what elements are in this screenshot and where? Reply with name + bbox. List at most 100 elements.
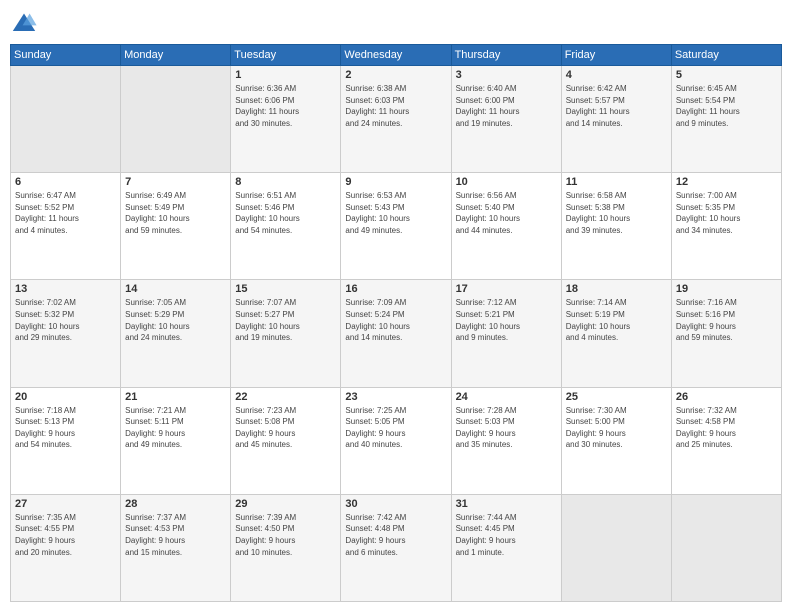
calendar-cell: 13 Sunrise: 7:02 AM Sunset: 5:32 PM Dayli… bbox=[11, 280, 121, 387]
calendar-cell: 28 Sunrise: 7:37 AM Sunset: 4:53 PM Dayli… bbox=[121, 494, 231, 601]
day-info: Sunrise: 7:35 AM Sunset: 4:55 PM Dayligh… bbox=[15, 512, 116, 558]
day-info: Sunrise: 7:02 AM Sunset: 5:32 PM Dayligh… bbox=[15, 297, 116, 343]
day-number: 22 bbox=[235, 391, 336, 403]
calendar-cell: 20 Sunrise: 7:18 AM Sunset: 5:13 PM Dayli… bbox=[11, 387, 121, 494]
day-info: Sunrise: 7:16 AM Sunset: 5:16 PM Dayligh… bbox=[676, 297, 777, 343]
calendar-cell: 9Sunrise: 6:53 AM Sunset: 5:43 PM Daylig… bbox=[341, 173, 451, 280]
week-row-2: 6 Sunrise: 6:47 AM Sunset: 5:52 PM Daylig… bbox=[11, 173, 782, 280]
day-number: 26 bbox=[676, 391, 777, 403]
calendar-cell: 7Sunrise: 6:49 AM Sunset: 5:49 PM Daylig… bbox=[121, 173, 231, 280]
day-number: 13 bbox=[15, 283, 116, 295]
calendar-cell: 21Sunrise: 7:21 AM Sunset: 5:11 PM Dayli… bbox=[121, 387, 231, 494]
day-info: Sunrise: 7:09 AM Sunset: 5:24 PM Dayligh… bbox=[345, 297, 446, 343]
calendar-cell: 6 Sunrise: 6:47 AM Sunset: 5:52 PM Daylig… bbox=[11, 173, 121, 280]
day-number: 8 bbox=[235, 176, 336, 188]
day-header-sunday: Sunday bbox=[11, 45, 121, 66]
day-info: Sunrise: 6:36 AM Sunset: 6:06 PM Dayligh… bbox=[235, 83, 336, 129]
day-info: Sunrise: 6:38 AM Sunset: 6:03 PM Dayligh… bbox=[345, 83, 446, 129]
calendar-cell: 8 Sunrise: 6:51 AM Sunset: 5:46 PM Daylig… bbox=[231, 173, 341, 280]
day-info: Sunrise: 6:49 AM Sunset: 5:49 PM Dayligh… bbox=[125, 190, 226, 236]
day-header-monday: Monday bbox=[121, 45, 231, 66]
day-info: Sunrise: 6:56 AM Sunset: 5:40 PM Dayligh… bbox=[456, 190, 557, 236]
day-info: Sunrise: 7:12 AM Sunset: 5:21 PM Dayligh… bbox=[456, 297, 557, 343]
calendar-cell: 27 Sunrise: 7:35 AM Sunset: 4:55 PM Dayli… bbox=[11, 494, 121, 601]
day-number: 6 bbox=[15, 176, 116, 188]
day-info: Sunrise: 7:39 AM Sunset: 4:50 PM Dayligh… bbox=[235, 512, 336, 558]
day-number: 25 bbox=[566, 391, 667, 403]
calendar-cell: 12Sunrise: 7:00 AM Sunset: 5:35 PM Dayli… bbox=[671, 173, 781, 280]
calendar-cell: 11 Sunrise: 6:58 AM Sunset: 5:38 PM Dayli… bbox=[561, 173, 671, 280]
day-number: 9 bbox=[345, 176, 446, 188]
day-number: 18 bbox=[566, 283, 667, 295]
day-header-wednesday: Wednesday bbox=[341, 45, 451, 66]
day-info: Sunrise: 7:25 AM Sunset: 5:05 PM Dayligh… bbox=[345, 405, 446, 451]
day-info: Sunrise: 7:42 AM Sunset: 4:48 PM Dayligh… bbox=[345, 512, 446, 558]
day-header-friday: Friday bbox=[561, 45, 671, 66]
header bbox=[10, 10, 782, 38]
day-number: 19 bbox=[676, 283, 777, 295]
day-info: Sunrise: 6:40 AM Sunset: 6:00 PM Dayligh… bbox=[456, 83, 557, 129]
day-info: Sunrise: 6:42 AM Sunset: 5:57 PM Dayligh… bbox=[566, 83, 667, 129]
day-number: 11 bbox=[566, 176, 667, 188]
day-info: Sunrise: 7:18 AM Sunset: 5:13 PM Dayligh… bbox=[15, 405, 116, 451]
calendar-cell: 10 Sunrise: 6:56 AM Sunset: 5:40 PM Dayli… bbox=[451, 173, 561, 280]
week-row-1: 1Sunrise: 6:36 AM Sunset: 6:06 PM Daylig… bbox=[11, 66, 782, 173]
calendar-cell: 18 Sunrise: 7:14 AM Sunset: 5:19 PM Dayli… bbox=[561, 280, 671, 387]
calendar-cell: 29 Sunrise: 7:39 AM Sunset: 4:50 PM Dayli… bbox=[231, 494, 341, 601]
calendar-cell: 26 Sunrise: 7:32 AM Sunset: 4:58 PM Dayli… bbox=[671, 387, 781, 494]
calendar-cell: 19 Sunrise: 7:16 AM Sunset: 5:16 PM Dayli… bbox=[671, 280, 781, 387]
calendar-cell: 30 Sunrise: 7:42 AM Sunset: 4:48 PM Dayli… bbox=[341, 494, 451, 601]
day-number: 20 bbox=[15, 391, 116, 403]
day-number: 27 bbox=[15, 498, 116, 510]
calendar-cell: 15 Sunrise: 7:07 AM Sunset: 5:27 PM Dayli… bbox=[231, 280, 341, 387]
day-number: 14 bbox=[125, 283, 226, 295]
day-info: Sunrise: 7:44 AM Sunset: 4:45 PM Dayligh… bbox=[456, 512, 557, 558]
day-number: 21 bbox=[125, 391, 226, 403]
week-row-4: 20 Sunrise: 7:18 AM Sunset: 5:13 PM Dayli… bbox=[11, 387, 782, 494]
day-header-thursday: Thursday bbox=[451, 45, 561, 66]
calendar-cell bbox=[671, 494, 781, 601]
calendar-cell bbox=[11, 66, 121, 173]
calendar-cell: 16 Sunrise: 7:09 AM Sunset: 5:24 PM Dayli… bbox=[341, 280, 451, 387]
day-number: 5 bbox=[676, 69, 777, 81]
calendar-cell: 31 Sunrise: 7:44 AM Sunset: 4:45 PM Dayli… bbox=[451, 494, 561, 601]
calendar-cell: 4 Sunrise: 6:42 AM Sunset: 5:57 PM Daylig… bbox=[561, 66, 671, 173]
day-number: 10 bbox=[456, 176, 557, 188]
calendar-cell bbox=[561, 494, 671, 601]
day-info: Sunrise: 6:47 AM Sunset: 5:52 PM Dayligh… bbox=[15, 190, 116, 236]
day-number: 17 bbox=[456, 283, 557, 295]
day-number: 29 bbox=[235, 498, 336, 510]
calendar-cell: 1Sunrise: 6:36 AM Sunset: 6:06 PM Daylig… bbox=[231, 66, 341, 173]
week-row-5: 27 Sunrise: 7:35 AM Sunset: 4:55 PM Dayli… bbox=[11, 494, 782, 601]
day-info: Sunrise: 7:30 AM Sunset: 5:00 PM Dayligh… bbox=[566, 405, 667, 451]
calendar-cell: 24Sunrise: 7:28 AM Sunset: 5:03 PM Dayli… bbox=[451, 387, 561, 494]
day-info: Sunrise: 7:07 AM Sunset: 5:27 PM Dayligh… bbox=[235, 297, 336, 343]
day-info: Sunrise: 7:14 AM Sunset: 5:19 PM Dayligh… bbox=[566, 297, 667, 343]
calendar-cell: 25 Sunrise: 7:30 AM Sunset: 5:00 PM Dayli… bbox=[561, 387, 671, 494]
logo bbox=[10, 10, 42, 38]
day-info: Sunrise: 6:51 AM Sunset: 5:46 PM Dayligh… bbox=[235, 190, 336, 236]
day-number: 16 bbox=[345, 283, 446, 295]
calendar-cell: 14 Sunrise: 7:05 AM Sunset: 5:29 PM Dayli… bbox=[121, 280, 231, 387]
page: SundayMondayTuesdayWednesdayThursdayFrid… bbox=[0, 0, 792, 612]
calendar-cell: 5 Sunrise: 6:45 AM Sunset: 5:54 PM Daylig… bbox=[671, 66, 781, 173]
day-info: Sunrise: 7:32 AM Sunset: 4:58 PM Dayligh… bbox=[676, 405, 777, 451]
day-number: 31 bbox=[456, 498, 557, 510]
calendar-cell: 3 Sunrise: 6:40 AM Sunset: 6:00 PM Daylig… bbox=[451, 66, 561, 173]
day-number: 15 bbox=[235, 283, 336, 295]
day-number: 30 bbox=[345, 498, 446, 510]
day-info: Sunrise: 7:05 AM Sunset: 5:29 PM Dayligh… bbox=[125, 297, 226, 343]
day-number: 28 bbox=[125, 498, 226, 510]
calendar-cell bbox=[121, 66, 231, 173]
calendar-cell: 22 Sunrise: 7:23 AM Sunset: 5:08 PM Dayli… bbox=[231, 387, 341, 494]
day-number: 4 bbox=[566, 69, 667, 81]
day-info: Sunrise: 7:28 AM Sunset: 5:03 PM Dayligh… bbox=[456, 405, 557, 451]
day-info: Sunrise: 6:45 AM Sunset: 5:54 PM Dayligh… bbox=[676, 83, 777, 129]
day-number: 3 bbox=[456, 69, 557, 81]
day-number: 23 bbox=[345, 391, 446, 403]
day-number: 12 bbox=[676, 176, 777, 188]
day-info: Sunrise: 7:23 AM Sunset: 5:08 PM Dayligh… bbox=[235, 405, 336, 451]
day-info: Sunrise: 6:58 AM Sunset: 5:38 PM Dayligh… bbox=[566, 190, 667, 236]
day-number: 2 bbox=[345, 69, 446, 81]
day-info: Sunrise: 7:37 AM Sunset: 4:53 PM Dayligh… bbox=[125, 512, 226, 558]
